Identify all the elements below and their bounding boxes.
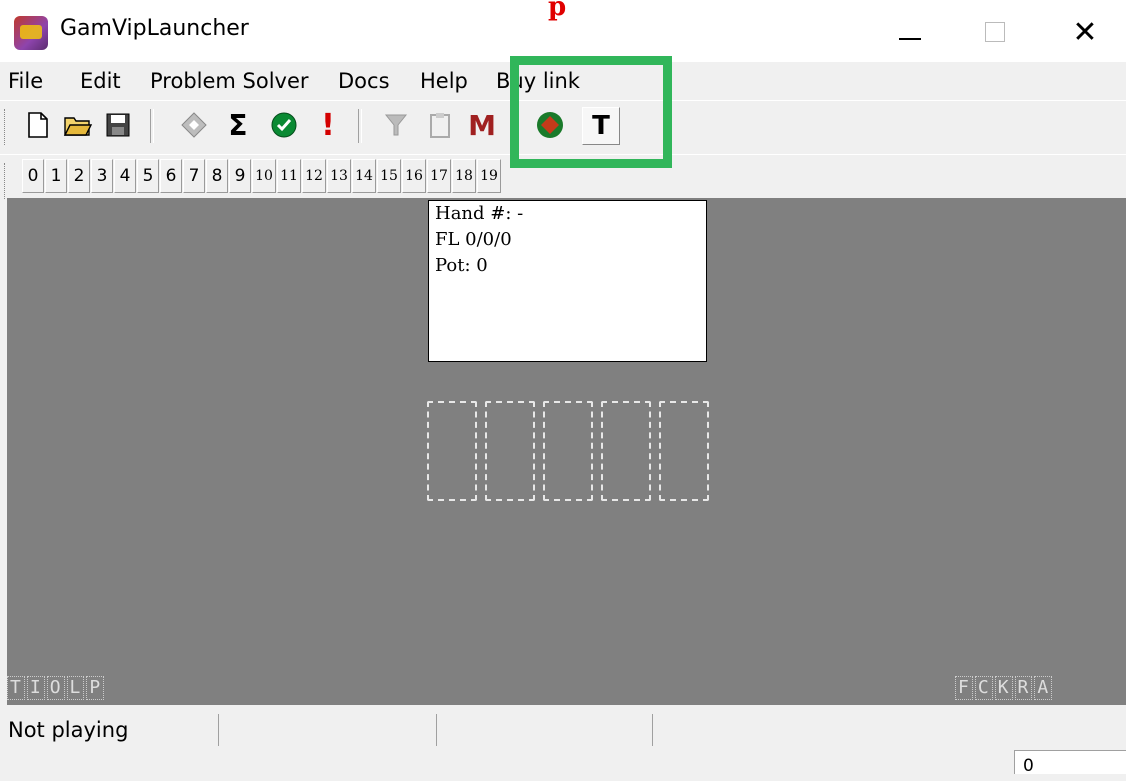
toolbar-separator <box>150 109 154 143</box>
filter-button[interactable] <box>380 107 412 143</box>
window-title: GamVipLauncher <box>60 16 249 41</box>
seat-button-18[interactable]: 18 <box>452 159 476 193</box>
poker-table-area: Hand #: - FL 0/0/0 Pot: 0 TIOLP FCKRA <box>7 198 1126 705</box>
minimize-icon <box>899 38 921 40</box>
label-t[interactable]: T <box>7 676 25 700</box>
status-panel <box>218 714 219 746</box>
seat-button-14[interactable]: 14 <box>352 159 376 193</box>
hand-number: Hand #: - <box>435 203 524 224</box>
board-card-slot <box>543 401 593 501</box>
check-button[interactable] <box>268 107 300 143</box>
save-button[interactable] <box>102 107 134 143</box>
toolbar-grip[interactable] <box>4 163 8 199</box>
m-icon: M <box>468 108 496 142</box>
label-k[interactable]: K <box>994 676 1013 700</box>
toolbar-grip[interactable] <box>4 109 8 145</box>
clipboard-button[interactable] <box>424 107 456 143</box>
minimize-button[interactable] <box>880 10 940 54</box>
label-c[interactable]: C <box>974 676 993 700</box>
seat-button-9[interactable]: 9 <box>229 159 251 193</box>
check-icon <box>271 112 297 138</box>
close-button[interactable]: ✕ <box>1055 10 1115 54</box>
title-bar: GamVipLauncher p ✕ <box>0 0 1126 62</box>
filter-icon <box>384 114 408 136</box>
sigma-icon: Σ <box>228 108 248 142</box>
app-icon <box>14 16 48 50</box>
hand-info-box: Hand #: - FL 0/0/0 Pot: 0 <box>428 200 707 362</box>
m-button[interactable]: M <box>466 107 498 143</box>
close-icon: ✕ <box>1072 14 1098 50</box>
right-action-labels: FCKRA <box>955 676 1054 700</box>
pot-info: Pot: 0 <box>435 255 488 276</box>
seat-button-2[interactable]: 2 <box>68 159 90 193</box>
status-bar: Not playing <box>0 710 1126 750</box>
label-p[interactable]: P <box>86 676 105 700</box>
save-icon <box>106 113 130 137</box>
left-action-labels: TIOLP <box>7 676 106 700</box>
maximize-button[interactable] <box>965 10 1025 54</box>
board-card-slot <box>659 401 709 501</box>
seat-button-6[interactable]: 6 <box>160 159 182 193</box>
label-l[interactable]: L <box>66 676 85 700</box>
menu-file[interactable]: File <box>8 69 43 93</box>
seat-button-17[interactable]: 17 <box>427 159 451 193</box>
sigma-button[interactable]: Σ <box>222 107 254 143</box>
menu-edit[interactable]: Edit <box>80 69 121 93</box>
seat-button-10[interactable]: 10 <box>252 159 276 193</box>
status-panel <box>436 714 437 746</box>
seat-button-13[interactable]: 13 <box>327 159 351 193</box>
toolbar-separator <box>358 109 362 143</box>
counter-field: 0 <box>1014 750 1126 776</box>
highlight-annotation-box <box>510 56 672 168</box>
label-o[interactable]: O <box>46 676 65 700</box>
limit-info: FL 0/0/0 <box>435 229 512 250</box>
seat-button-12[interactable]: 12 <box>302 159 326 193</box>
seat-button-8[interactable]: 8 <box>206 159 228 193</box>
seat-button-4[interactable]: 4 <box>114 159 136 193</box>
seat-button-5[interactable]: 5 <box>137 159 159 193</box>
bottom-bar: 0 <box>0 750 1126 776</box>
maximize-icon <box>985 22 1005 42</box>
board-card-slot <box>485 401 535 501</box>
alert-button[interactable]: ! <box>312 107 344 143</box>
label-r[interactable]: R <box>1014 676 1033 700</box>
status-panel <box>652 714 653 746</box>
new-file-icon <box>28 112 48 138</box>
seat-button-7[interactable]: 7 <box>183 159 205 193</box>
menu-docs[interactable]: Docs <box>338 69 390 93</box>
seat-button-16[interactable]: 16 <box>402 159 426 193</box>
diamond-icon <box>181 112 207 138</box>
red-annotation-mark: p <box>548 0 567 22</box>
menu-help[interactable]: Help <box>420 69 468 93</box>
open-folder-icon <box>63 117 93 136</box>
label-i[interactable]: I <box>26 676 45 700</box>
status-text: Not playing <box>8 718 129 742</box>
diamond-button[interactable] <box>178 107 210 143</box>
seat-button-1[interactable]: 1 <box>45 159 67 193</box>
seat-button-11[interactable]: 11 <box>277 159 301 193</box>
open-button[interactable] <box>62 107 94 143</box>
menu-problem-solver[interactable]: Problem Solver <box>150 69 309 93</box>
seat-button-3[interactable]: 3 <box>91 159 113 193</box>
new-file-button[interactable] <box>22 107 54 143</box>
board-card-slot <box>601 401 651 501</box>
exclamation-icon: ! <box>321 107 335 143</box>
board-card-slot <box>427 401 477 501</box>
seat-button-15[interactable]: 15 <box>377 159 401 193</box>
clipboard-icon <box>430 113 450 138</box>
seat-button-19[interactable]: 19 <box>477 159 501 193</box>
seat-button-0[interactable]: 0 <box>22 159 44 193</box>
label-a[interactable]: A <box>1034 676 1053 700</box>
label-f[interactable]: F <box>955 676 973 700</box>
